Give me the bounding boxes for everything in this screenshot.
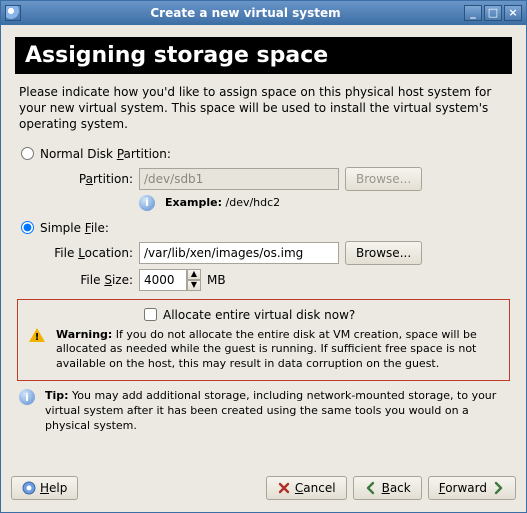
cancel-button[interactable]: Cancel xyxy=(266,476,347,500)
file-browse-button[interactable]: Browse... xyxy=(345,241,422,265)
file-size-label: File Size: xyxy=(49,273,133,287)
partition-browse-button: Browse... xyxy=(345,167,422,191)
warning-text: Warning: If you do not allocate the enti… xyxy=(56,328,497,373)
window-title: Create a new virtual system xyxy=(27,6,464,20)
help-icon xyxy=(22,481,36,495)
forward-button[interactable]: Forward xyxy=(428,476,516,500)
back-button[interactable]: Back xyxy=(353,476,422,500)
spin-down-button[interactable]: ▼ xyxy=(187,280,201,291)
file-size-input[interactable] xyxy=(139,269,187,291)
file-size-spinner[interactable]: ▲ ▼ xyxy=(139,269,201,291)
info-icon: i xyxy=(139,195,155,211)
example-label: Example: /dev/hdc2 xyxy=(165,196,280,209)
close-button[interactable]: × xyxy=(504,5,522,21)
option-normal-partition: Normal Disk Partition: Partition: Browse… xyxy=(21,147,512,211)
minimize-button[interactable]: _ xyxy=(464,5,482,21)
forward-icon xyxy=(491,481,505,495)
radio-normal-partition-input[interactable] xyxy=(21,147,34,160)
allocate-checkbox[interactable] xyxy=(144,308,157,321)
file-location-label: File Location: xyxy=(49,246,133,260)
radio-simple-file-input[interactable] xyxy=(21,221,34,234)
cancel-icon xyxy=(277,481,291,495)
radio-simple-file[interactable]: Simple File: xyxy=(21,221,512,235)
titlebar-buttons: _ □ × xyxy=(464,5,522,21)
file-location-input[interactable] xyxy=(139,242,339,264)
file-size-unit: MB xyxy=(207,273,226,287)
spin-up-button[interactable]: ▲ xyxy=(187,269,201,280)
allocate-label: Allocate entire virtual disk now? xyxy=(163,308,355,322)
radio-normal-partition[interactable]: Normal Disk Partition: xyxy=(21,147,512,161)
intro-text: Please indicate how you'd like to assign… xyxy=(19,84,508,133)
partition-input xyxy=(139,168,339,190)
dialog-window: Create a new virtual system _ □ × Assign… xyxy=(0,0,527,513)
app-icon xyxy=(5,5,21,21)
maximize-button[interactable]: □ xyxy=(484,5,502,21)
button-bar: Help Cancel Back Forward xyxy=(1,468,526,512)
partition-label: Partition: xyxy=(49,172,133,186)
warning-icon: ! xyxy=(28,328,46,344)
titlebar[interactable]: Create a new virtual system _ □ × xyxy=(1,1,526,25)
tip-text: Tip: You may add additional storage, inc… xyxy=(45,389,510,434)
radio-simple-label: Simple File: xyxy=(40,221,109,235)
help-button[interactable]: Help xyxy=(11,476,78,500)
radio-normal-label: Normal Disk Partition: xyxy=(40,147,171,161)
tip-row: i Tip: You may add additional storage, i… xyxy=(19,389,510,434)
option-simple-file: Simple File: File Location: Browse... Fi… xyxy=(21,221,512,291)
warning-box: Allocate entire virtual disk now? ! Warn… xyxy=(17,299,510,382)
dialog-content: Assigning storage space Please indicate … xyxy=(1,25,526,468)
info-icon: i xyxy=(19,389,35,405)
page-heading: Assigning storage space xyxy=(15,37,512,74)
back-icon xyxy=(364,481,378,495)
